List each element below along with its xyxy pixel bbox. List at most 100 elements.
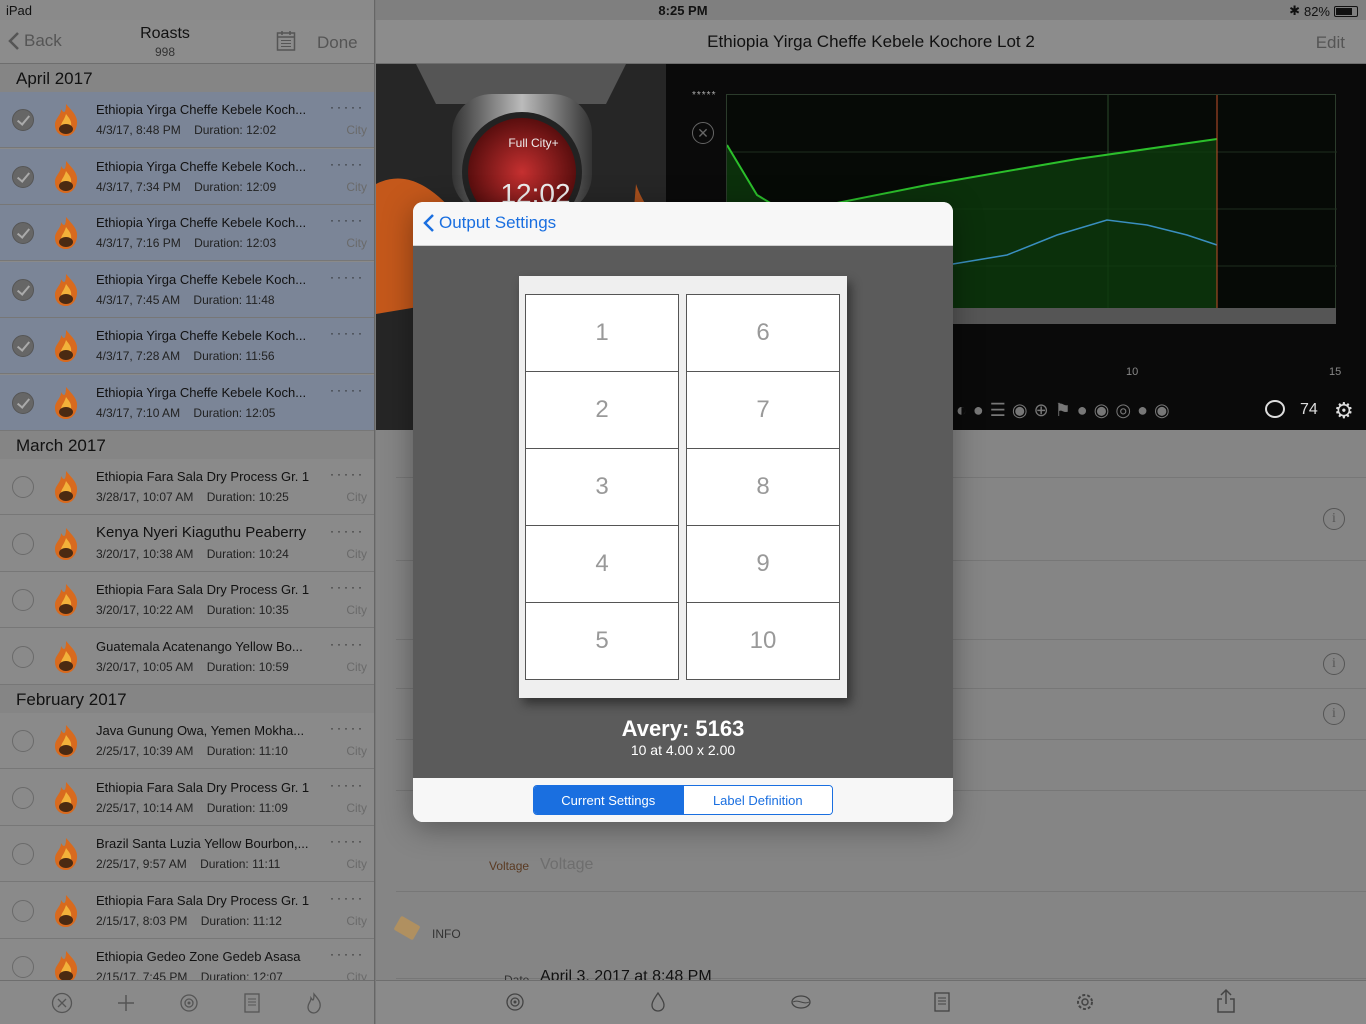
- selection-checkbox[interactable]: [12, 109, 34, 131]
- selection-checkbox[interactable]: [12, 165, 34, 188]
- rating-dots: ·····: [330, 523, 365, 538]
- info-icon[interactable]: i: [1323, 703, 1345, 725]
- current-settings-tab[interactable]: Current Settings: [534, 786, 683, 814]
- drop-icon[interactable]: [648, 991, 668, 1013]
- selection-checkbox[interactable]: [12, 956, 34, 978]
- roast-date: 4/3/17, 7:10 AM Duration: 12:05: [96, 405, 276, 420]
- roast-name: Ethiopia Fara Sala Dry Process Gr. 1: [96, 582, 310, 597]
- roast-row[interactable]: Guatemala Acatenango Yellow Bo... 3/20/17…: [0, 629, 374, 685]
- roast-flame-icon: [50, 102, 82, 143]
- status-bar: iPad 8:25 PM ✱ 82%: [0, 0, 1366, 20]
- roast-detail-title: Ethiopia Yirga Cheffe Kebele Kochore Lot…: [707, 32, 1035, 51]
- roast-row[interactable]: Ethiopia Fara Sala Dry Process Gr. 1 2/15…: [0, 883, 374, 939]
- selection-checkbox[interactable]: [12, 645, 34, 668]
- rating-dots: ·····: [330, 834, 365, 848]
- roast-row[interactable]: Kenya Nyeri Kiaguthu Peaberry 3/20/17, 10…: [0, 516, 374, 572]
- selection-checkbox[interactable]: [12, 589, 34, 611]
- settings-segmented-control[interactable]: Current Settings Label Definition: [533, 785, 833, 815]
- back-button[interactable]: Back: [8, 31, 62, 51]
- selection-checkbox[interactable]: [12, 222, 34, 244]
- selection-checkbox[interactable]: [12, 899, 34, 922]
- bluetooth-icon: ✱: [1289, 3, 1300, 18]
- rating-dots: ·····: [330, 213, 365, 227]
- rating-dots: ·····: [330, 382, 365, 397]
- section-header: April 2017: [0, 64, 374, 92]
- roast-row[interactable]: Ethiopia Yirga Cheffe Kebele Koch... 4/3/…: [0, 205, 374, 261]
- selection-checkbox[interactable]: [12, 278, 34, 301]
- notes-icon[interactable]: [932, 991, 952, 1013]
- calendar-icon[interactable]: [276, 30, 296, 57]
- roast-row[interactable]: Ethiopia Fara Sala Dry Process Gr. 1 3/20…: [0, 572, 374, 628]
- roast-date: 2/25/17, 10:14 AM Duration: 11:09: [96, 800, 288, 815]
- roast-flame-icon: [50, 526, 82, 567]
- add-icon[interactable]: [115, 992, 137, 1014]
- roast-level: City: [346, 659, 367, 674]
- roast-row[interactable]: Ethiopia Yirga Cheffe Kebele Koch... 4/3/…: [0, 92, 374, 148]
- label-cell[interactable]: 9: [686, 525, 840, 603]
- roast-level: City: [346, 236, 367, 250]
- label-cell[interactable]: 8: [686, 448, 840, 526]
- cancel-icon[interactable]: [51, 992, 73, 1014]
- clock: 8:25 PM: [658, 3, 708, 18]
- label-cell[interactable]: 1: [525, 294, 679, 372]
- roast-name: Ethiopia Yirga Cheffe Kebele Koch...: [96, 215, 307, 230]
- label-cell[interactable]: 4: [525, 525, 679, 603]
- roast-row[interactable]: Ethiopia Yirga Cheffe Kebele Koch... 4/3/…: [0, 318, 374, 374]
- label-cell[interactable]: 5: [525, 602, 679, 680]
- roast-row[interactable]: Ethiopia Fara Sala Dry Process Gr. 1 2/25…: [0, 770, 374, 826]
- close-circle-icon[interactable]: ✕: [692, 122, 714, 144]
- settings-icon[interactable]: [1074, 991, 1096, 1013]
- label-cell[interactable]: 7: [686, 371, 840, 449]
- roast-list-count: 998: [154, 45, 176, 59]
- selection-checkbox[interactable]: [12, 786, 34, 809]
- selection-checkbox[interactable]: [12, 532, 34, 555]
- label-cell[interactable]: 2: [525, 371, 679, 449]
- roast-flame-icon: [50, 639, 82, 680]
- roast-name: Ethiopia Yirga Cheffe Kebele Koch...: [96, 102, 307, 117]
- bean-icon[interactable]: [790, 991, 812, 1013]
- info-icon[interactable]: i: [1323, 653, 1345, 675]
- roast-date: 3/20/17, 10:38 AM Duration: 10:24: [96, 546, 289, 561]
- edit-button[interactable]: Edit: [1316, 33, 1345, 53]
- roast-flame-icon: [50, 272, 82, 313]
- roast-date: 3/20/17, 10:05 AM Duration: 10:59: [96, 659, 289, 674]
- done-button[interactable]: Done: [317, 33, 358, 53]
- label-name: Avery: 5163: [621, 716, 745, 741]
- rating-dots: ·····: [330, 156, 365, 171]
- roast-name: Ethiopia Fara Sala Dry Process Gr. 1: [96, 469, 310, 484]
- flame-icon[interactable]: [304, 991, 324, 1014]
- roast-row[interactable]: Ethiopia Fara Sala Dry Process Gr. 1 3/28…: [0, 459, 374, 515]
- target-icon[interactable]: [504, 991, 526, 1013]
- label-cell[interactable]: 10: [686, 602, 840, 680]
- notes-icon[interactable]: [242, 992, 262, 1014]
- roast-row[interactable]: Brazil Santa Luzia Yellow Bourbon,... 2/2…: [0, 826, 374, 882]
- label-definition-tab[interactable]: Label Definition: [682, 786, 832, 814]
- roast-toolbar-icons[interactable]: ◐●☰◉⊕⚑●◉◎●◉: [956, 400, 1176, 421]
- roast-date: 4/3/17, 7:16 PM Duration: 12:03: [96, 236, 277, 250]
- selection-checkbox[interactable]: [12, 391, 34, 414]
- comment-icon[interactable]: [1265, 400, 1285, 418]
- voltage-field[interactable]: Voltage: [540, 856, 593, 874]
- selection-checkbox[interactable]: [12, 335, 34, 357]
- roast-name: Ethiopia Yirga Cheffe Kebele Koch...: [96, 158, 307, 174]
- label-cell[interactable]: 6: [686, 294, 840, 372]
- info-icon[interactable]: i: [1323, 508, 1345, 530]
- output-settings-label: Output Settings: [439, 213, 557, 232]
- output-settings-back-button[interactable]: Output Settings: [423, 213, 556, 233]
- roast-level: City: [346, 857, 367, 871]
- gear-icon[interactable]: ⚙: [1334, 398, 1354, 424]
- target-icon[interactable]: [178, 992, 200, 1014]
- roast-row[interactable]: Ethiopia Yirga Cheffe Kebele Koch... 4/3/…: [0, 374, 374, 431]
- roast-date: 2/15/17, 8:03 PM Duration: 11:12: [96, 913, 282, 928]
- label-cell[interactable]: 3: [525, 448, 679, 526]
- selection-checkbox[interactable]: [12, 843, 34, 865]
- roast-list-toolbar: [0, 980, 374, 1024]
- roast-detail-toolbar: [376, 980, 1366, 1024]
- roast-row[interactable]: Ethiopia Yirga Cheffe Kebele Koch... 4/3/…: [0, 148, 374, 205]
- share-icon[interactable]: [1216, 988, 1236, 1014]
- selection-checkbox[interactable]: [12, 476, 34, 498]
- roast-row[interactable]: Java Gunung Owa, Yemen Mokha... 2/25/17, …: [0, 713, 374, 769]
- selection-checkbox[interactable]: [12, 730, 34, 752]
- roast-row[interactable]: Ethiopia Yirga Cheffe Kebele Koch... 4/3/…: [0, 261, 374, 318]
- roast-flame-icon: [50, 328, 82, 369]
